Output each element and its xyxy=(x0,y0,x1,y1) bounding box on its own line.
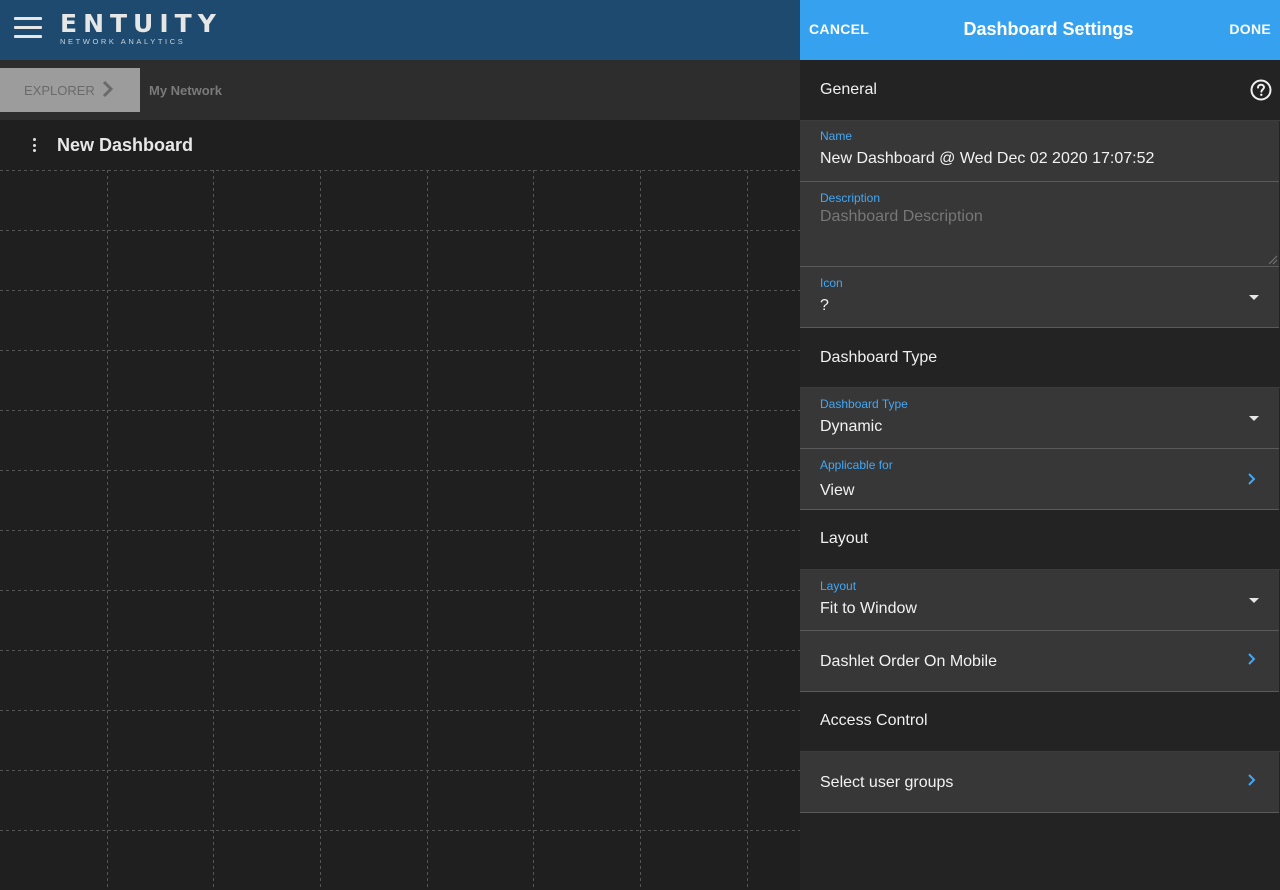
help-circle-icon[interactable] xyxy=(1250,79,1272,101)
description-placeholder[interactable]: Dashboard Description xyxy=(820,208,983,226)
section-dashboard-type-title: Dashboard Type xyxy=(820,349,938,366)
logo: ENTUITY NETWORK ANALYTICS xyxy=(60,11,222,46)
name-field-label: Name xyxy=(820,129,853,143)
name-field[interactable]: Name New Dashboard @ Wed Dec 02 2020 17:… xyxy=(800,121,1279,182)
applicable-for-row[interactable]: Applicable for View xyxy=(800,449,1279,510)
name-field-value[interactable]: New Dashboard @ Wed Dec 02 2020 17:07:52 xyxy=(820,150,1154,168)
dashboard-settings-panel: CANCEL Dashboard Settings DONE General N… xyxy=(800,0,1280,890)
section-access-control-title: Access Control xyxy=(820,712,928,729)
chevron-right-icon xyxy=(1248,653,1256,665)
dashboard-type-label: Dashboard Type xyxy=(820,397,908,411)
chevron-right-icon xyxy=(1248,473,1256,485)
grid-lines xyxy=(0,170,800,890)
icon-select-value: ? xyxy=(820,297,829,314)
icon-select[interactable]: Icon ? xyxy=(800,267,1279,328)
dashboard-type-select[interactable]: Dashboard Type Dynamic xyxy=(800,388,1279,449)
chevron-right-icon xyxy=(102,80,114,98)
panel-header: CANCEL Dashboard Settings DONE xyxy=(800,0,1280,60)
layout-label: Layout xyxy=(820,579,857,593)
logo-sub: NETWORK ANALYTICS xyxy=(60,37,186,46)
dropdown-caret-icon xyxy=(1249,295,1259,300)
layout-select[interactable]: Layout Fit to Window xyxy=(800,570,1279,631)
breadcrumb: EXPLORER My Network xyxy=(0,60,800,120)
breadcrumb-current[interactable]: My Network xyxy=(149,83,222,98)
dropdown-caret-icon xyxy=(1249,598,1259,603)
dropdown-caret-icon xyxy=(1249,416,1259,421)
logo-main: ENTUITY xyxy=(60,9,222,38)
description-field-label: Description xyxy=(820,191,881,205)
section-layout: Layout xyxy=(800,510,1280,570)
resize-handle-icon[interactable] xyxy=(1268,255,1278,265)
chevron-right-icon xyxy=(1248,774,1256,786)
section-general-title: General xyxy=(820,81,877,98)
dashlet-order-label: Dashlet Order On Mobile xyxy=(820,653,997,670)
section-general: General xyxy=(800,60,1280,121)
dashboard-title: New Dashboard xyxy=(57,135,194,155)
icon-select-label: Icon xyxy=(820,276,843,290)
description-field[interactable]: Description Dashboard Description xyxy=(800,182,1279,267)
menu-icon[interactable] xyxy=(14,17,42,39)
section-layout-title: Layout xyxy=(820,530,869,547)
user-groups-label: Select user groups xyxy=(820,774,954,791)
layout-value: Fit to Window xyxy=(820,600,917,617)
panel-title: Dashboard Settings xyxy=(963,19,1134,39)
applicable-for-value: View xyxy=(820,482,855,499)
user-groups-row[interactable]: Select user groups xyxy=(800,752,1279,813)
dashboard-grid[interactable] xyxy=(0,170,800,890)
more-vert-icon[interactable] xyxy=(30,138,38,154)
section-access-control: Access Control xyxy=(800,692,1280,752)
applicable-for-label: Applicable for xyxy=(820,458,893,472)
dashboard-type-value: Dynamic xyxy=(820,418,883,435)
breadcrumb-explorer-label: EXPLORER xyxy=(24,82,95,98)
breadcrumb-explorer-button[interactable]: EXPLORER xyxy=(0,68,140,112)
done-button[interactable]: DONE xyxy=(1229,21,1271,37)
dashlet-order-row[interactable]: Dashlet Order On Mobile xyxy=(800,631,1279,692)
app-bar: ENTUITY NETWORK ANALYTICS xyxy=(0,0,800,60)
section-dashboard-type: Dashboard Type xyxy=(800,328,1280,388)
